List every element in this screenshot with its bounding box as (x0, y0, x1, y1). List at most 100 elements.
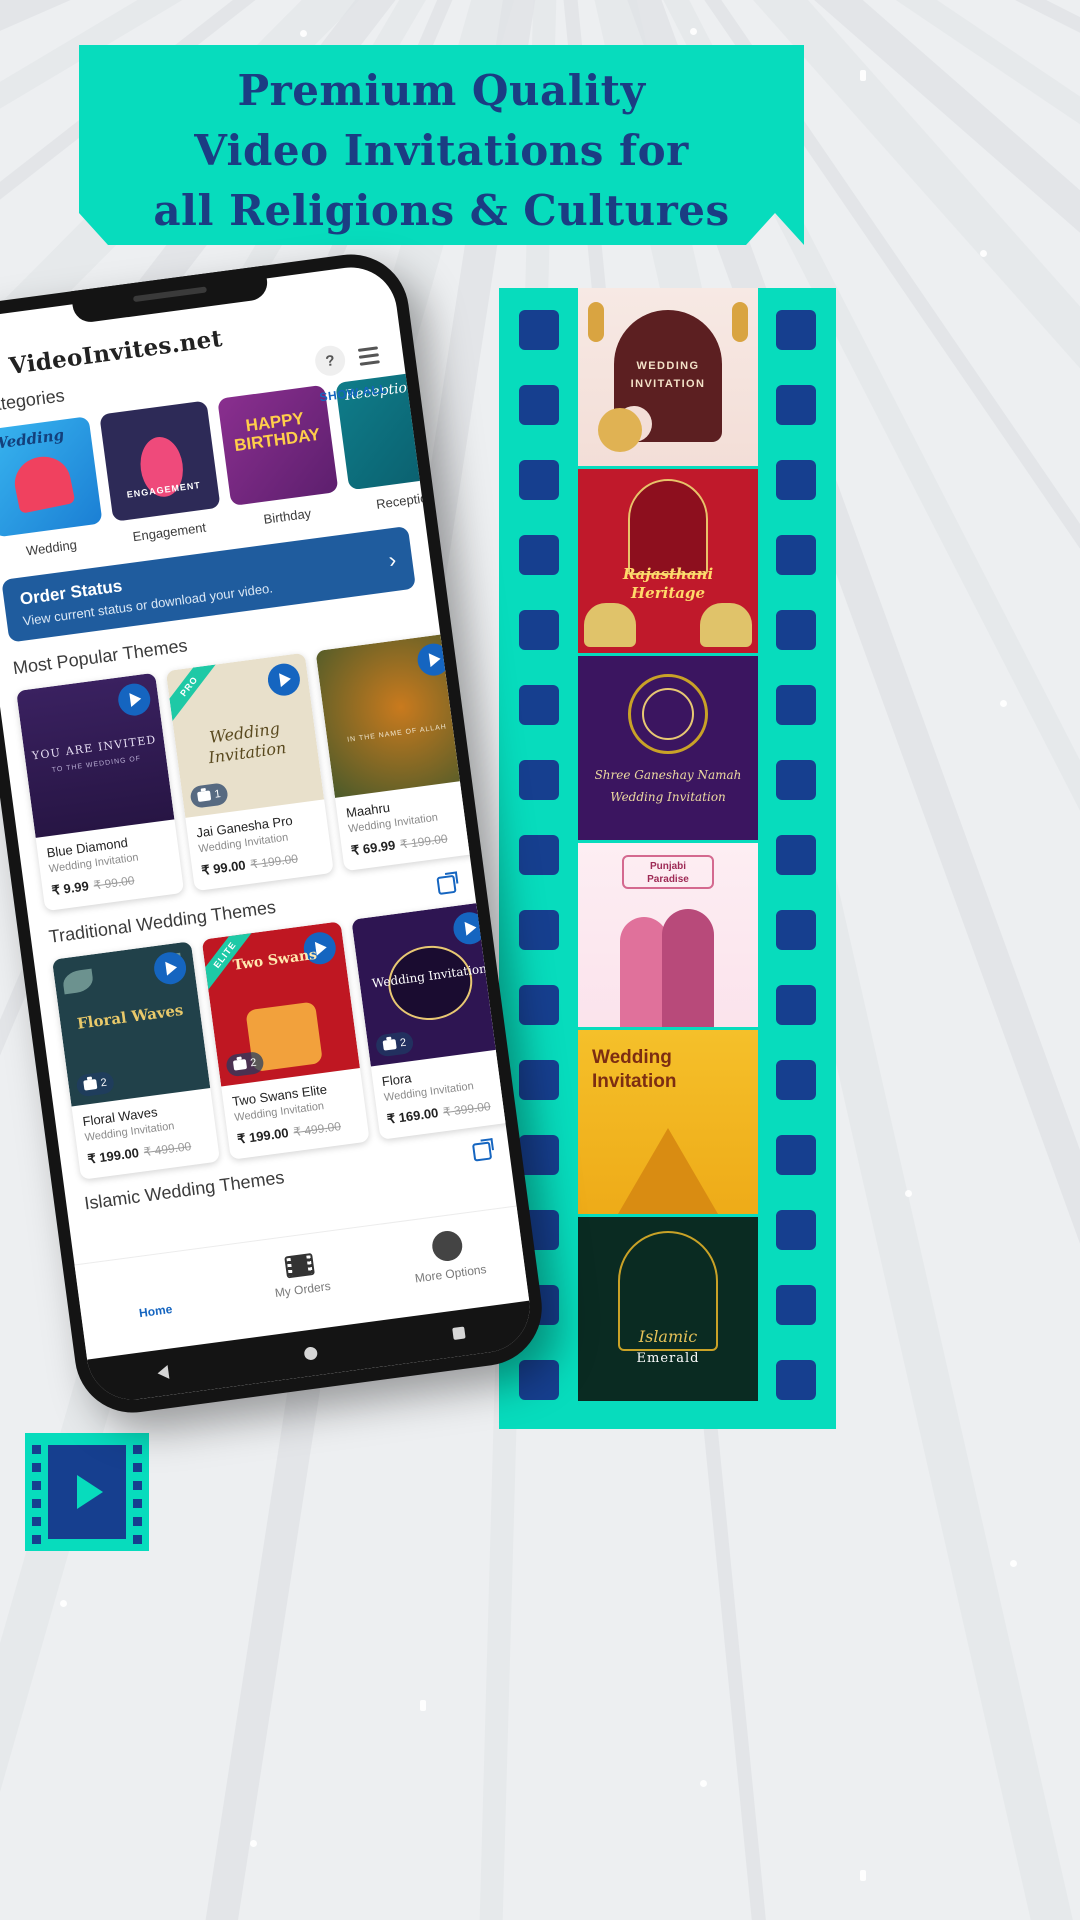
tile-title: Punjabi (649, 861, 687, 872)
logo-perforation (133, 1535, 142, 1544)
play-icon[interactable] (152, 950, 189, 987)
category-label: Wedding (25, 536, 78, 559)
camera-icon (197, 790, 212, 803)
photo-count-badge: 2 (75, 1070, 116, 1098)
filmstrip-tile[interactable]: Islamic Emerald (578, 1217, 758, 1401)
nav-item-home[interactable]: Home (77, 1262, 230, 1327)
nav-label: Home (138, 1301, 174, 1320)
recents-icon[interactable] (451, 1326, 466, 1341)
card-price: ₹ 69.99 (350, 837, 397, 859)
filmstrip-perforation (776, 985, 816, 1025)
theme-card[interactable]: ELITE Two Swans 2 Two Swans Elite Weddin… (201, 921, 370, 1160)
card-art-title: Floral Waves (76, 1000, 185, 1033)
logo-perforation (133, 1481, 142, 1490)
filmstrip-perforation (776, 1135, 816, 1175)
filmstrip-perforation (776, 760, 816, 800)
filmstrip-perforation (776, 835, 816, 875)
card-old-price: ₹ 99.00 (92, 873, 136, 893)
category-item-engagement[interactable]: ENGAGEMENT Engagement (99, 400, 224, 546)
nav-item-my-orders[interactable]: My Orders (224, 1244, 377, 1305)
category-item-birthday[interactable]: HAPPY BIRTHDAY Birthday (217, 384, 342, 531)
filmstrip-tile[interactable]: WEDDING INVITATION (578, 288, 758, 466)
logo-perforation (133, 1499, 142, 1508)
grid-icon (138, 1270, 167, 1299)
filmstrip-perforation (776, 610, 816, 650)
category-label: Engagement (131, 519, 207, 545)
external-link-icon[interactable] (471, 1140, 493, 1162)
play-icon[interactable] (116, 681, 153, 718)
logo-perforation (32, 1481, 41, 1490)
logo-perforation (32, 1463, 41, 1472)
camera-icon (232, 1058, 248, 1071)
card-price: ₹ 99.00 (200, 857, 247, 879)
filmstrip-perforation (776, 1210, 816, 1250)
list-icon[interactable] (357, 341, 386, 370)
card-old-price: ₹ 199.00 (399, 831, 449, 852)
category-item-wedding[interactable]: Wedding Wedding (0, 416, 106, 562)
photo-count-badge: 1 (189, 782, 230, 809)
card-price: ₹ 9.99 (50, 878, 90, 899)
camera-icon (382, 1039, 397, 1051)
play-icon[interactable] (415, 641, 452, 678)
filmstrip-perforation (519, 685, 559, 725)
filmstrip-perforation (519, 535, 559, 575)
filmstrip-perforation (776, 1360, 816, 1400)
promo-banner: Premium Quality Video Invitations for al… (79, 45, 804, 245)
filmstrip-tiles: WEDDING INVITATION Rajasthani Heritage S… (578, 288, 758, 1429)
nav-label: More Options (413, 1261, 488, 1285)
theme-card[interactable]: Floral Waves 2 Floral Waves Wedding Invi… (51, 941, 221, 1180)
app-screen: ✕ VideoInvites.net Categories ? SHOW ALL… (0, 261, 536, 1406)
play-icon[interactable] (265, 661, 302, 698)
filmstrip-tile[interactable]: Shree Ganeshay Namah Wedding Invitation (578, 656, 758, 840)
help-icon[interactable]: ? (313, 343, 348, 378)
filmstrip-perforation (519, 310, 559, 350)
film-icon (284, 1252, 315, 1278)
back-icon[interactable] (156, 1364, 170, 1381)
filmstrip-perforation (519, 760, 559, 800)
filmstrip-perforation (776, 460, 816, 500)
filmstrip-perforation (519, 610, 559, 650)
card-old-price: ₹ 499.00 (292, 1119, 342, 1140)
theme-card[interactable]: IN THE NAME OF ALLAH Maahru Wedding Invi… (315, 632, 484, 872)
theme-card[interactable]: Wedding Invitation 2 Flora Wedding Invit… (351, 901, 520, 1140)
filmstrip-perforation (776, 385, 816, 425)
filmstrip-perforation (776, 535, 816, 575)
card-title: M (530, 1052, 536, 1070)
card-old-price: ₹ 499.00 (142, 1139, 193, 1160)
filmstrip-perforation (776, 310, 816, 350)
logo-perforation (133, 1517, 142, 1526)
filmstrip-tile[interactable]: Rajasthani Heritage (578, 469, 758, 653)
logo-perforation (32, 1535, 41, 1544)
tile-title: Islamic (638, 1327, 698, 1346)
banner-line-3: all Religions & Cultures (153, 186, 730, 235)
filmstrip-perforation (776, 1060, 816, 1100)
nav-item-more-options[interactable]: More Options (371, 1221, 525, 1290)
card-old-price: ₹ 399.00 (442, 1099, 492, 1120)
theme-card[interactable]: M W ₹ (500, 881, 536, 1120)
tile-subtitle: Invitation (592, 1071, 677, 1092)
logo-perforation (32, 1499, 41, 1508)
external-link-icon[interactable] (436, 874, 457, 895)
photo-count-badge: 2 (225, 1050, 265, 1078)
card-art-title: IN THE NAME OF ALLAH (346, 723, 448, 744)
home-icon[interactable] (303, 1345, 319, 1361)
card-price: ₹ 199.00 (86, 1145, 140, 1167)
logo-perforation (32, 1517, 41, 1526)
play-icon[interactable] (451, 910, 488, 947)
logo-perforation (32, 1445, 41, 1454)
category-label: Birthday (262, 505, 312, 527)
theme-card[interactable]: YOU ARE INVITED TO THE WEDDING OF Blue D… (16, 672, 185, 912)
tile-title: WEDDING (636, 360, 700, 372)
more-dots-icon (430, 1228, 464, 1263)
theme-card[interactable]: PRO Wedding Invitation 1 Jai Ganesha Pro… (165, 652, 334, 892)
card-price: ₹ 169.00 (385, 1105, 440, 1127)
filmstrip-perforation (776, 910, 816, 950)
filmstrip-tile[interactable]: Wedding Invitation (578, 1030, 758, 1214)
category-art-text: Wedding (0, 425, 66, 454)
tile-subtitle: Emerald (636, 1351, 700, 1366)
filmstrip-tile[interactable]: Punjabi Paradise (578, 843, 758, 1027)
camera-icon (83, 1078, 98, 1091)
filmstrip-perforation (519, 385, 559, 425)
filmstrip-perforation (519, 460, 559, 500)
photo-count-badge: 2 (374, 1030, 415, 1058)
